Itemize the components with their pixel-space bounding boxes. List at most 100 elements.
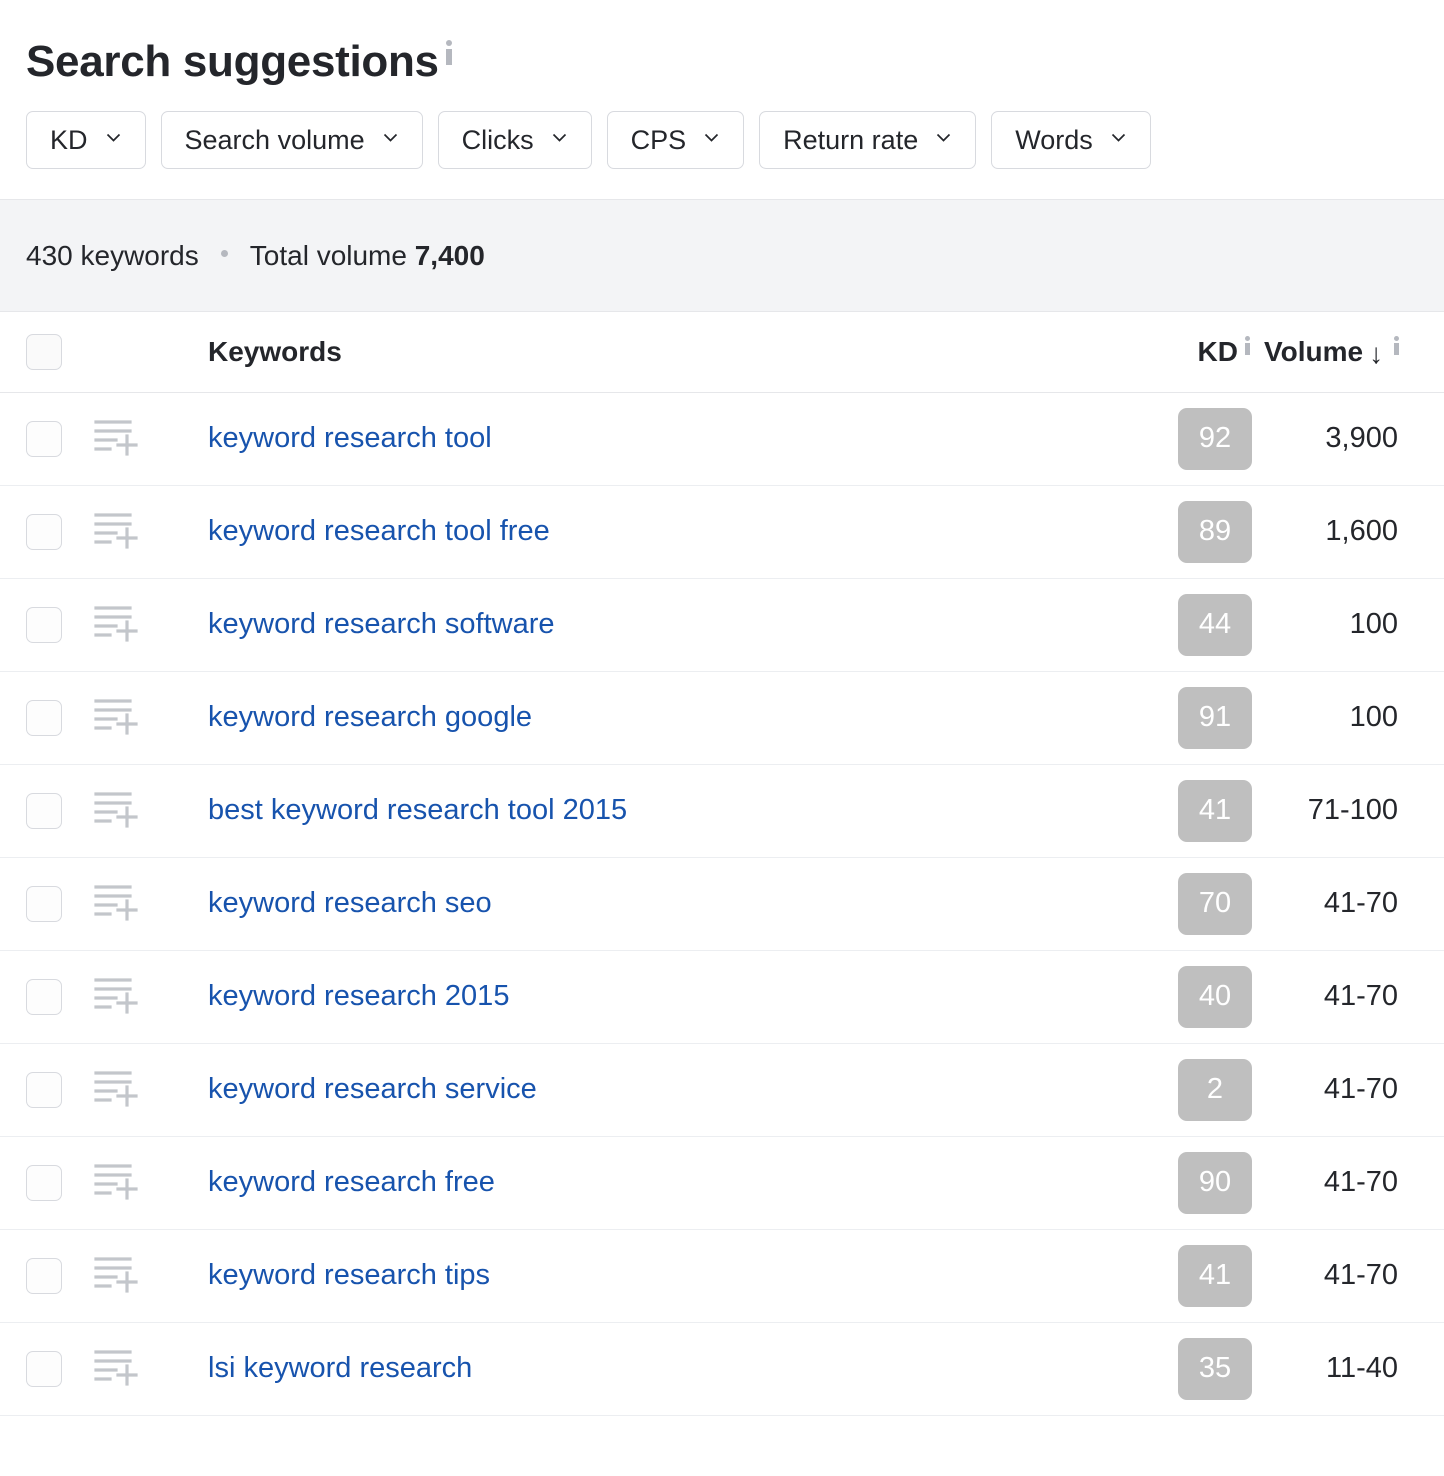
table-row[interactable]: keyword research tool 92 3,900 xyxy=(0,392,1444,485)
keywords-column-label: Keywords xyxy=(208,336,342,367)
icon-column-header xyxy=(90,312,194,392)
add-to-list-icon[interactable] xyxy=(94,416,194,461)
volume-value: 41-70 xyxy=(1324,1259,1398,1291)
add-to-list-icon[interactable] xyxy=(94,1253,194,1298)
table-row[interactable]: keyword research free 90 41-70 xyxy=(0,1136,1444,1229)
filter-words-button[interactable]: Words xyxy=(991,111,1151,169)
keyword-link[interactable]: best keyword research tool 2015 xyxy=(194,794,627,827)
row-checkbox[interactable] xyxy=(26,886,62,922)
row-select-cell xyxy=(0,857,90,950)
row-action-cell xyxy=(90,392,194,485)
row-select-cell xyxy=(0,1229,90,1322)
filter-kd-button[interactable]: KD xyxy=(26,111,146,169)
add-to-list-icon[interactable] xyxy=(94,1346,194,1391)
keyword-link[interactable]: keyword research free xyxy=(194,1166,495,1199)
filter-return-rate-label: Return rate xyxy=(783,125,918,156)
row-checkbox[interactable] xyxy=(26,1258,62,1294)
row-volume-cell: 100 xyxy=(1264,671,1444,764)
row-checkbox[interactable] xyxy=(26,793,62,829)
table-row[interactable]: keyword research tool free 89 1,600 xyxy=(0,485,1444,578)
row-checkbox[interactable] xyxy=(26,1351,62,1387)
volume-info-icon[interactable] xyxy=(1394,336,1401,355)
kd-badge: 41 xyxy=(1178,780,1252,842)
volume-value: 1,600 xyxy=(1325,515,1398,547)
keyword-link[interactable]: keyword research service xyxy=(194,1073,537,1106)
volume-value: 41-70 xyxy=(1324,887,1398,919)
add-to-list-icon[interactable] xyxy=(94,788,194,833)
row-action-cell xyxy=(90,1229,194,1322)
volume-column-header[interactable]: Volume ↓ xyxy=(1264,312,1444,392)
row-keyword-cell: keyword research 2015 xyxy=(194,950,1116,1043)
add-to-list-icon[interactable] xyxy=(94,1067,194,1112)
keyword-link[interactable]: keyword research google xyxy=(194,701,532,734)
row-checkbox[interactable] xyxy=(26,421,62,457)
search-suggestions-page: Search suggestions KD Search volume Clic… xyxy=(0,0,1444,1476)
row-kd-cell: 89 xyxy=(1116,485,1264,578)
table-row[interactable]: keyword research 2015 40 41-70 xyxy=(0,950,1444,1043)
table-row[interactable]: lsi keyword research 35 11-40 xyxy=(0,1322,1444,1415)
kd-badge: 70 xyxy=(1178,873,1252,935)
row-kd-cell: 70 xyxy=(1116,857,1264,950)
kd-column-label: KD xyxy=(1198,336,1238,368)
table-header-row: Keywords KD Volume ↓ xyxy=(0,312,1444,392)
row-volume-cell: 71-100 xyxy=(1264,764,1444,857)
chevron-down-icon xyxy=(105,129,122,146)
row-kd-cell: 2 xyxy=(1116,1043,1264,1136)
filter-toolbar: KD Search volume Clicks CPS Return rate xyxy=(0,84,1444,169)
row-checkbox[interactable] xyxy=(26,979,62,1015)
keyword-link[interactable]: keyword research software xyxy=(194,608,555,641)
row-checkbox[interactable] xyxy=(26,1072,62,1108)
add-to-list-icon[interactable] xyxy=(94,1160,194,1205)
add-to-list-icon[interactable] xyxy=(94,695,194,740)
keyword-link[interactable]: keyword research seo xyxy=(194,887,492,920)
row-checkbox[interactable] xyxy=(26,700,62,736)
row-keyword-cell: keyword research software xyxy=(194,578,1116,671)
row-volume-cell: 3,900 xyxy=(1264,392,1444,485)
keywords-column-header[interactable]: Keywords xyxy=(194,312,1116,392)
volume-value: 71-100 xyxy=(1308,794,1398,826)
filter-clicks-button[interactable]: Clicks xyxy=(438,111,592,169)
info-icon[interactable] xyxy=(446,40,453,64)
sort-descending-icon[interactable]: ↓ xyxy=(1369,338,1383,370)
row-select-cell xyxy=(0,392,90,485)
table-row[interactable]: keyword research software 44 100 xyxy=(0,578,1444,671)
row-checkbox[interactable] xyxy=(26,514,62,550)
row-kd-cell: 41 xyxy=(1116,764,1264,857)
page-header: Search suggestions xyxy=(0,0,1444,84)
chevron-down-icon xyxy=(935,129,952,146)
volume-value: 100 xyxy=(1350,608,1398,640)
keyword-link[interactable]: keyword research tool free xyxy=(194,515,550,548)
kd-column-header[interactable]: KD xyxy=(1116,312,1264,392)
table-row[interactable]: keyword research google 91 100 xyxy=(0,671,1444,764)
keyword-link[interactable]: keyword research tips xyxy=(194,1259,490,1292)
add-to-list-icon[interactable] xyxy=(94,509,194,554)
row-kd-cell: 92 xyxy=(1116,392,1264,485)
keyword-link[interactable]: keyword research 2015 xyxy=(194,980,509,1013)
row-select-cell xyxy=(0,950,90,1043)
table-row[interactable]: keyword research tips 41 41-70 xyxy=(0,1229,1444,1322)
filter-return-rate-button[interactable]: Return rate xyxy=(759,111,976,169)
kd-badge: 35 xyxy=(1178,1338,1252,1400)
keyword-link[interactable]: lsi keyword research xyxy=(194,1352,472,1385)
chevron-down-icon xyxy=(551,129,568,146)
table-row[interactable]: best keyword research tool 2015 41 71-10… xyxy=(0,764,1444,857)
row-action-cell xyxy=(90,485,194,578)
filter-search-volume-button[interactable]: Search volume xyxy=(161,111,423,169)
add-to-list-icon[interactable] xyxy=(94,881,194,926)
keyword-link[interactable]: keyword research tool xyxy=(194,422,492,455)
filter-words-label: Words xyxy=(1015,125,1093,156)
row-keyword-cell: keyword research tool xyxy=(194,392,1116,485)
row-select-cell xyxy=(0,578,90,671)
table-row[interactable]: keyword research service 2 41-70 xyxy=(0,1043,1444,1136)
row-checkbox[interactable] xyxy=(26,607,62,643)
table-row[interactable]: keyword research seo 70 41-70 xyxy=(0,857,1444,950)
add-to-list-icon[interactable] xyxy=(94,602,194,647)
volume-value: 11-40 xyxy=(1326,1352,1398,1384)
row-checkbox[interactable] xyxy=(26,1165,62,1201)
select-all-checkbox[interactable] xyxy=(26,334,62,370)
filter-cps-button[interactable]: CPS xyxy=(607,111,745,169)
kd-info-icon[interactable] xyxy=(1245,336,1252,355)
row-action-cell xyxy=(90,1136,194,1229)
kd-badge: 92 xyxy=(1178,408,1252,470)
add-to-list-icon[interactable] xyxy=(94,974,194,1019)
